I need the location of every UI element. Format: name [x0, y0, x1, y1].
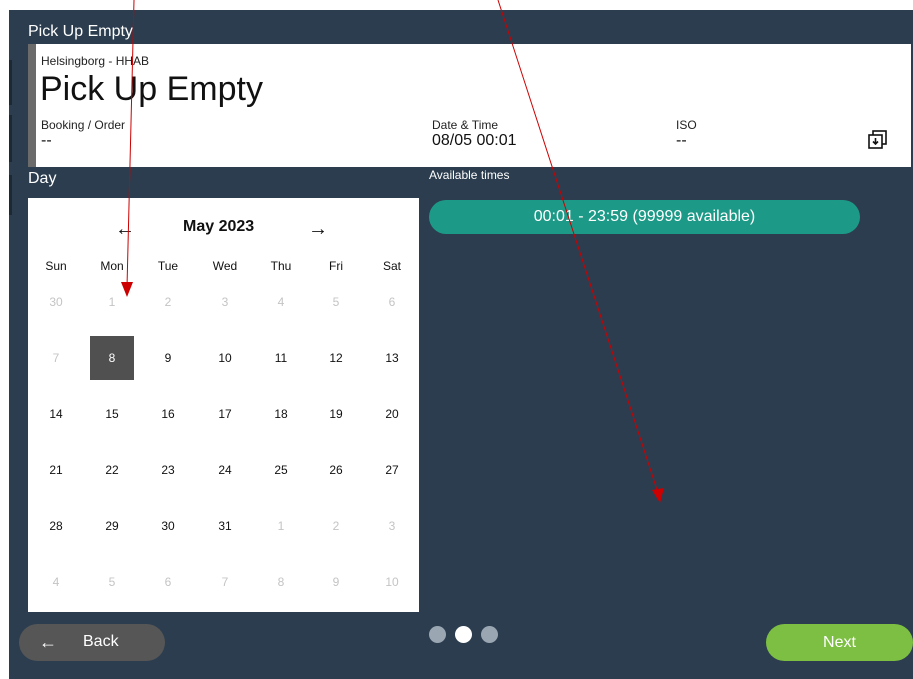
day-cell[interactable]: 22 — [90, 448, 134, 492]
day-cell: 1 — [108, 295, 116, 309]
day-cell: 6 — [388, 295, 396, 309]
day-cell: 3 — [388, 519, 396, 533]
weekday-label: Wed — [212, 259, 238, 273]
day-cell: 2 — [332, 519, 340, 533]
day-cell[interactable]: 29 — [90, 504, 134, 548]
day-cell[interactable]: 23 — [146, 448, 190, 492]
weekday-label: Sat — [382, 259, 401, 273]
prev-month-button[interactable]: ← — [115, 218, 135, 241]
day-cell[interactable]: 21 — [34, 448, 78, 492]
day-cell[interactable]: 26 — [314, 448, 358, 492]
day-cell: 5 — [108, 575, 116, 589]
arrow-left-icon: ← — [39, 632, 57, 652]
day-cell: 2 — [164, 295, 172, 309]
weekday-label: Thu — [270, 259, 292, 273]
iso-label: ISO — [676, 118, 697, 132]
weekday-label: Tue — [157, 259, 179, 273]
booking-value: -- — [41, 132, 52, 149]
edge-marker — [9, 60, 12, 105]
weekday-label: Mon — [100, 259, 124, 273]
edge-marker — [9, 115, 12, 162]
day-cell: 6 — [164, 575, 172, 589]
day-cell: 7 — [52, 351, 60, 365]
edge-marker — [9, 175, 12, 215]
next-button[interactable]: Next — [766, 624, 913, 661]
day-cell: 5 — [332, 295, 340, 309]
day-cell[interactable]: 16 — [146, 392, 190, 436]
step-dot — [429, 626, 446, 643]
order-card: Helsingborg - HHAB Pick Up Empty Booking… — [28, 44, 911, 167]
panel-title: Pick Up Empty — [28, 23, 133, 40]
day-cell[interactable]: 17 — [203, 392, 247, 436]
day-cell: 30 — [49, 295, 63, 309]
iso-value: -- — [676, 132, 687, 149]
weekday-label: Sun — [45, 259, 67, 273]
day-cell[interactable]: 30 — [146, 504, 190, 548]
back-button-label: Back — [83, 633, 119, 650]
datetime-value: 08/05 00:01 — [432, 132, 517, 149]
app-window: Pick Up Empty Helsingborg - HHAB Pick Up… — [9, 10, 913, 679]
weekday-label: Fri — [329, 259, 343, 273]
day-cell: 4 — [52, 575, 60, 589]
day-cell: 3 — [221, 295, 229, 309]
day-cell[interactable]: 10 — [203, 336, 247, 380]
day-cell[interactable]: 24 — [203, 448, 247, 492]
booking-label: Booking / Order — [41, 118, 126, 132]
day-cell[interactable]: 31 — [203, 504, 247, 548]
datetime-label: Date & Time — [432, 118, 499, 132]
day-section-label: Day — [28, 170, 57, 187]
day-cell[interactable]: 12 — [314, 336, 358, 380]
day-cell[interactable]: 25 — [259, 448, 303, 492]
calendar: ← May 2023 → Sun Mon Tue Wed Thu Fri Sat 30 1 2 3… — [28, 198, 419, 612]
day-cell: 10 — [385, 575, 399, 589]
day-cell[interactable]: 19 — [314, 392, 358, 436]
day-cell[interactable]: 28 — [34, 504, 78, 548]
operation-heading: Pick Up Empty — [40, 70, 263, 108]
day-cell: 9 — [332, 575, 340, 589]
day-cell[interactable]: 9 — [146, 336, 190, 380]
terminal-location: Helsingborg - HHAB — [41, 54, 150, 68]
back-button[interactable]: ← Back — [19, 624, 165, 661]
day-cell[interactable]: 11 — [259, 336, 303, 380]
day-cell[interactable]: 13 — [370, 336, 414, 380]
next-month-button[interactable]: → — [308, 218, 328, 241]
day-cell[interactable]: 14 — [34, 392, 78, 436]
day-cell: 4 — [277, 295, 285, 309]
day-cell: 1 — [277, 519, 285, 533]
available-times-label: Available times — [429, 168, 510, 182]
day-cell[interactable]: 18 — [259, 392, 303, 436]
selected-day-cell[interactable]: 8 — [90, 336, 134, 380]
calendar-month-title: May 2023 — [183, 218, 255, 235]
step-dot — [455, 626, 472, 643]
day-cell: 7 — [221, 575, 229, 589]
step-dot — [481, 626, 498, 643]
download-icon[interactable] — [868, 130, 890, 150]
day-cell[interactable]: 20 — [370, 392, 414, 436]
day-cell[interactable]: 27 — [370, 448, 414, 492]
available-timeslot-button[interactable]: 00:01 - 23:59 (99999 available) — [429, 200, 860, 234]
day-cell: 8 — [277, 575, 285, 589]
day-cell[interactable]: 15 — [90, 392, 134, 436]
